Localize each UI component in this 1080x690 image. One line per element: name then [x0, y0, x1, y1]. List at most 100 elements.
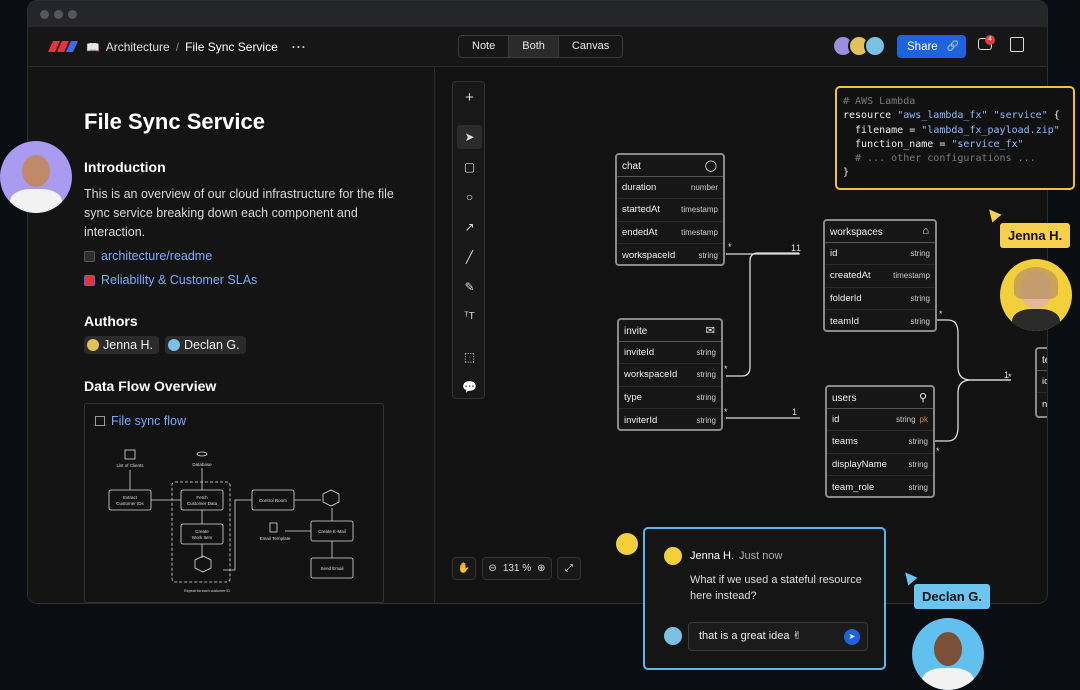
- avatar: [912, 618, 984, 690]
- flow-node-extract-2: Customer IDs: [116, 501, 144, 506]
- field-name: duration: [622, 182, 657, 194]
- view-mode-both[interactable]: Both: [509, 36, 559, 57]
- app-logo-icon[interactable]: [48, 41, 78, 52]
- table-row[interactable]: id string pk: [827, 409, 933, 432]
- relation-one-label: 1: [792, 407, 797, 417]
- table-row[interactable]: createdAt timestamp: [825, 265, 935, 288]
- field-type: timestamp: [681, 227, 718, 237]
- table-row[interactable]: inviteId string: [619, 342, 721, 365]
- table-row[interactable]: teamId string: [825, 310, 935, 332]
- table-header: chat ◯: [617, 155, 723, 177]
- table-invite[interactable]: invite ✉ inviteId string workspaceId string…: [617, 318, 723, 431]
- book-icon: 📖: [86, 41, 100, 54]
- field-type: string: [908, 459, 928, 469]
- hand-icon[interactable]: ✋: [452, 557, 476, 580]
- table-row[interactable]: duration number: [617, 177, 723, 200]
- add-icon[interactable]: +: [457, 86, 482, 110]
- table-chat[interactable]: chat ◯ duration number startedAt timestamp …: [615, 153, 725, 266]
- envelope-icon: ✉: [705, 325, 715, 337]
- table-workspaces[interactable]: workspaces ⌂ id string createdAt timestamp …: [823, 219, 937, 332]
- window-maximize-dot[interactable]: [68, 10, 77, 19]
- avatar[interactable]: [864, 35, 886, 57]
- relation-one-label: 1: [791, 243, 796, 253]
- github-icon: [84, 250, 95, 262]
- table-users[interactable]: users ⚲ id string pk teams string displayNam…: [825, 385, 935, 498]
- table-row[interactable]: startedAt timestamp: [617, 199, 723, 222]
- more-options-icon[interactable]: ···: [292, 40, 307, 54]
- home-icon: ⌂: [922, 225, 929, 237]
- frame-icon[interactable]: ⬚: [457, 345, 482, 369]
- link-architecture-readme[interactable]: architecture/readme: [84, 249, 212, 263]
- ellipse-icon[interactable]: ○: [457, 185, 482, 209]
- text-icon[interactable]: ᵀT: [457, 305, 482, 329]
- table-row[interactable]: type string: [619, 387, 721, 409]
- field-name: inviterId: [624, 414, 658, 426]
- field-type: string: [908, 482, 928, 492]
- author-chip[interactable]: Jenna H.: [84, 336, 160, 354]
- code-string: "lambda_fx_payload.zip": [921, 124, 1060, 136]
- send-icon[interactable]: ➤: [844, 629, 860, 645]
- comment-thread[interactable]: Jenna H. Just now What if we used a stat…: [643, 527, 886, 670]
- table-row[interactable]: inviterId string: [619, 409, 721, 431]
- fit-screen-icon[interactable]: ⤢: [557, 557, 581, 580]
- flow-node-create-email: Create E-Mail: [318, 529, 346, 534]
- table-row[interactable]: name: [1037, 393, 1047, 415]
- comment-time: Just now: [739, 550, 783, 562]
- field-type: string: [895, 415, 916, 425]
- relation-many-label: *: [724, 364, 728, 374]
- share-button[interactable]: Share 🔗: [897, 35, 966, 58]
- reply-input[interactable]: that is a great idea ✌ ➤: [688, 622, 868, 651]
- comment-icon[interactable]: 💬: [457, 375, 482, 399]
- page-title[interactable]: File Sync Service: [84, 109, 265, 135]
- link-label[interactable]: Reliability & Customer SLAs: [101, 273, 257, 287]
- zoom-out-icon[interactable]: ⊖: [488, 563, 496, 574]
- table-row[interactable]: endedAt timestamp: [617, 222, 723, 244]
- code-line: resource: [843, 110, 898, 122]
- user-icon: ⚲: [918, 392, 927, 404]
- view-mode-note[interactable]: Note: [459, 36, 510, 57]
- side-panel-icon[interactable]: [1010, 37, 1024, 52]
- code-string: "service": [993, 110, 1048, 122]
- field-name: endedAt: [622, 226, 658, 238]
- table-name: workspaces: [830, 227, 883, 238]
- field-name: teamId: [830, 315, 860, 327]
- table-row[interactable]: team_role string: [827, 476, 933, 498]
- code-snippet[interactable]: # AWS Lambda resource "aws_lambda_fx" "s…: [835, 86, 1075, 190]
- code-line: function_name =: [843, 138, 952, 150]
- field-type: string: [698, 250, 718, 260]
- window-minimize-dot[interactable]: [54, 10, 63, 19]
- table-row[interactable]: id string: [825, 243, 935, 266]
- field-name: workspaceId: [624, 369, 678, 381]
- top-bar: 📖 Architecture / File Sync Service ··· N…: [28, 27, 1047, 67]
- breadcrumb-page[interactable]: File Sync Service: [185, 40, 278, 54]
- field-name: id: [830, 248, 838, 260]
- pencil-icon[interactable]: ✎: [457, 275, 482, 299]
- flow-node-control: Control Room: [259, 498, 287, 503]
- table-row[interactable]: workspaceId string: [619, 364, 721, 387]
- link-label[interactable]: architecture/readme: [101, 249, 212, 263]
- arrow-icon[interactable]: ↗: [457, 215, 482, 239]
- table-row[interactable]: workspaceId string: [617, 244, 723, 266]
- reply-text: that is a great idea ✌: [699, 630, 802, 642]
- table-row[interactable]: folderId string: [825, 288, 935, 310]
- zoom-in-icon[interactable]: ⊕: [537, 563, 545, 574]
- table-row[interactable]: id: [1037, 371, 1047, 394]
- table-row[interactable]: teams string: [827, 431, 933, 454]
- table-row[interactable]: displayName string: [827, 454, 933, 476]
- author-chip[interactable]: Declan G.: [165, 336, 246, 354]
- table-teams[interactable]: teams id name: [1035, 347, 1047, 418]
- flow-node-clients: List of Clients: [116, 463, 144, 468]
- breadcrumb-folder[interactable]: Architecture: [106, 40, 170, 54]
- field-type: number: [690, 183, 718, 193]
- line-icon[interactable]: ╱: [457, 245, 482, 269]
- link-reliability-slas[interactable]: Reliability & Customer SLAs: [84, 273, 257, 287]
- authors-list: Jenna H. Declan G.: [84, 336, 246, 354]
- table-header: workspaces ⌂: [825, 221, 935, 243]
- view-mode-canvas[interactable]: Canvas: [559, 36, 622, 57]
- rectangle-icon[interactable]: ▢: [457, 155, 482, 179]
- primary-key-badge: pk: [919, 415, 928, 425]
- flow-embed[interactable]: File sync flow List of Clients Database …: [84, 403, 384, 603]
- window-close-dot[interactable]: [40, 10, 49, 19]
- zoom-level: 131 %: [502, 563, 532, 574]
- pointer-icon[interactable]: ➤: [457, 125, 482, 149]
